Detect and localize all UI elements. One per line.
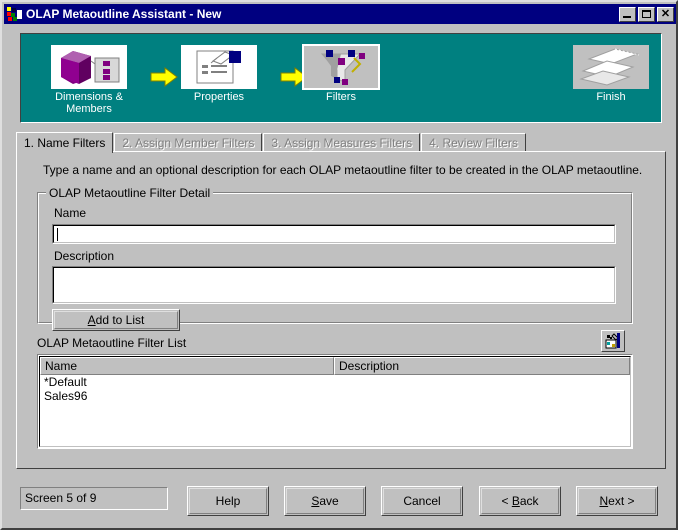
cell-name: *Default xyxy=(44,375,87,389)
filter-list-view[interactable]: Name Description *Default Sales96 xyxy=(37,354,633,449)
wizard-stage-label: Properties xyxy=(193,91,245,103)
list-header-row: Name Description xyxy=(40,357,630,375)
tab-assign-measures-filters[interactable]: 3. Assign Measures Filters xyxy=(263,133,421,152)
add-to-list-label: Add to List xyxy=(87,313,145,327)
tab-assign-member-filters[interactable]: 2. Assign Member Filters xyxy=(114,133,263,152)
tab-label: 3. Assign Measures Filters xyxy=(271,136,413,150)
back-button[interactable]: < Back xyxy=(479,486,561,516)
text-caret xyxy=(57,228,58,241)
column-header-name[interactable]: Name xyxy=(40,357,334,375)
back-button-label: < Back xyxy=(501,494,539,508)
cell-description xyxy=(334,389,630,403)
column-header-description[interactable]: Description xyxy=(334,357,630,375)
cancel-button-label: Cancel xyxy=(403,494,441,508)
filter-list-label: OLAP Metaoutline Filter List xyxy=(37,336,187,350)
title-bar: OLAP Metaoutline Assistant - New ✕ xyxy=(4,4,676,24)
tab-label: 4. Review Filters xyxy=(429,136,518,150)
next-button-label: Next > xyxy=(599,494,635,508)
maximize-button[interactable] xyxy=(638,6,655,22)
save-button-label: Save xyxy=(311,494,339,508)
hand-writing-document-icon xyxy=(181,45,257,89)
status-panel: Screen 5 of 9 xyxy=(20,487,168,510)
groupbox-title: OLAP Metaoutline Filter Detail xyxy=(46,186,214,200)
description-input[interactable] xyxy=(52,266,616,304)
funnel-filter-icon xyxy=(302,44,380,90)
cell-description xyxy=(334,375,630,389)
wizard-stage-finish[interactable]: Finish xyxy=(561,45,661,103)
window-title: OLAP Metaoutline Assistant - New xyxy=(26,7,222,21)
name-input[interactable] xyxy=(52,224,616,244)
filter-detail-groupbox: OLAP Metaoutline Filter Detail Name Desc… xyxy=(37,186,633,331)
wizard-stage-label: Dimensions & xyxy=(55,91,123,103)
help-button-label: Help xyxy=(215,494,241,508)
wizard-stage-dimensions[interactable]: Dimensions & Members xyxy=(39,45,139,115)
tab-label: 1. Name Filters xyxy=(24,136,106,150)
status-text: Screen 5 of 9 xyxy=(25,491,97,505)
delete-filter-icon[interactable] xyxy=(601,330,625,352)
wizard-stage-properties[interactable]: Properties xyxy=(169,45,269,103)
window-controls: ✕ xyxy=(619,6,674,22)
application-window: OLAP Metaoutline Assistant - New ✕ Dimen… xyxy=(0,0,678,530)
wizard-stage-label-2: Members xyxy=(66,103,112,115)
description-label: Description xyxy=(54,249,115,263)
name-label: Name xyxy=(54,206,87,220)
minimize-button[interactable] xyxy=(619,6,636,22)
wizard-stage-label: Finish xyxy=(596,91,626,103)
finish-outline-icon xyxy=(573,45,649,89)
table-row[interactable]: Sales96 xyxy=(40,389,630,403)
tab-review-filters[interactable]: 4. Review Filters xyxy=(421,133,526,152)
table-row[interactable]: *Default xyxy=(40,375,630,389)
tab-name-filters[interactable]: 1. Name Filters xyxy=(16,132,114,153)
wizard-stage-filters[interactable]: Filters xyxy=(291,44,391,103)
add-to-list-button[interactable]: Add to List xyxy=(52,309,180,331)
tab-page-panel: Type a name and an optional description … xyxy=(16,151,666,469)
tab-strip: 1. Name Filters 2. Assign Member Filters… xyxy=(16,132,666,153)
olap-nodes-icon xyxy=(6,6,23,22)
save-button[interactable]: Save xyxy=(284,486,366,516)
tab-label: 2. Assign Member Filters xyxy=(122,136,255,150)
wizard-stage-label: Filters xyxy=(326,91,356,103)
cancel-button[interactable]: Cancel xyxy=(381,486,463,516)
help-button[interactable]: Help xyxy=(187,486,269,516)
cell-name: Sales96 xyxy=(44,389,88,403)
instructions-text: Type a name and an optional description … xyxy=(43,163,643,177)
list-body: *Default Sales96 xyxy=(40,375,630,403)
close-button[interactable]: ✕ xyxy=(657,6,674,22)
next-button[interactable]: Next > xyxy=(576,486,658,516)
wizard-banner: Dimensions & Members Properties Filters … xyxy=(20,33,662,123)
purple-cube-icon xyxy=(51,45,127,89)
